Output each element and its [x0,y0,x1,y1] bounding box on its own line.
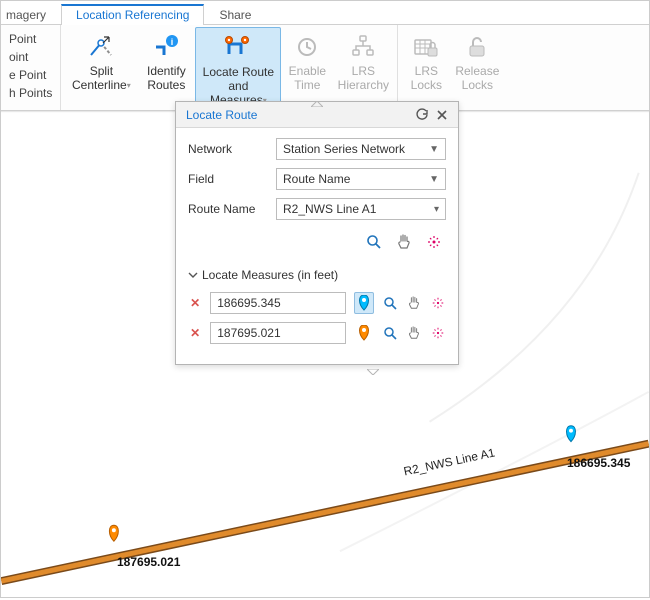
measure-row-2: ✕ [188,322,446,344]
field-select[interactable]: Route Name▼ [276,168,446,190]
svg-text:i: i [171,37,174,47]
ribbon-item-oint[interactable]: oint [5,49,56,65]
tab-imagery[interactable]: magery [1,3,61,25]
panel-close-button[interactable] [432,105,452,125]
chevron-down-icon: ▾ [434,204,439,215]
release-locks-button[interactable]: Release Locks [450,27,504,97]
panel-refresh-button[interactable] [412,105,432,125]
split-centerline-button[interactable]: Split Centerline▾ [65,27,137,112]
chevron-down-icon [188,270,198,280]
locate-route-icon [223,32,253,64]
flash-measure-button[interactable] [430,324,446,342]
zoom-to-route-button[interactable] [364,232,384,252]
measure-pin-2[interactable] [109,525,118,541]
ribbon-item-h-points[interactable]: h Points [5,85,56,101]
remove-measure-button[interactable]: ✕ [188,325,202,341]
zoom-measure-button[interactable] [382,324,398,342]
identify-routes-icon: i [152,31,180,63]
lrs-locks-icon [413,31,439,63]
release-locks-icon [464,31,490,63]
measure-label-1: 186695.345 [567,456,630,470]
remove-measure-button[interactable]: ✕ [188,295,202,311]
measure-input-1[interactable] [210,292,346,314]
measure-pin-1[interactable] [567,426,576,442]
identify-routes-button[interactable]: i Identify Routes [137,27,195,112]
measure-input-2[interactable] [210,322,346,344]
chevron-down-icon: ▼ [429,174,439,185]
pan-measure-button[interactable] [406,324,422,342]
measure-row-1: ✕ [188,292,446,314]
measure-label-2: 187695.021 [117,555,180,569]
network-select[interactable]: Station Series Network▼ [276,138,446,160]
routename-label: Route Name [188,202,276,216]
split-centerline-icon [87,31,115,63]
flash-measure-button[interactable] [430,294,446,312]
pan-measure-button[interactable] [406,294,422,312]
ribbon-item-point[interactable]: Point [5,31,56,47]
ribbon-body: Point oint e Point h Points Spli [1,25,649,111]
locate-route-and-measures-button[interactable]: Locate Route and Measures▾ [195,27,281,112]
tab-share[interactable]: Share [204,3,266,25]
chevron-down-icon: ▼ [429,144,439,155]
panel-title: Locate Route [186,108,257,122]
flash-route-button[interactable] [424,232,444,252]
network-label: Network [188,142,276,156]
route-label: R2_NWS Line A1 [402,445,496,478]
ribbon-item-e-point[interactable]: e Point [5,67,56,83]
select-measure-button-1[interactable] [354,292,374,314]
locate-route-panel: Locate Route Network Station Series Netw… [175,101,459,365]
field-label: Field [188,172,276,186]
zoom-measure-button[interactable] [382,294,398,312]
routename-select[interactable]: R2_NWS Line A1▾ [276,198,446,220]
lrs-locks-button[interactable]: LRS Locks [402,27,450,97]
pan-to-route-button[interactable] [394,232,414,252]
route-line [1,444,648,581]
enable-time-icon [294,31,320,63]
locate-measures-section[interactable]: Locate Measures (in feet) [188,268,446,282]
select-measure-button-2[interactable] [354,322,374,344]
lrs-hierarchy-icon [350,31,376,63]
enable-time-button[interactable]: Enable Time [281,27,333,112]
ribbon-tabs: magery Location Referencing Share [1,1,649,25]
lrs-hierarchy-button[interactable]: LRS Hierarchy [333,27,393,112]
tab-location-referencing[interactable]: Location Referencing [61,4,204,25]
